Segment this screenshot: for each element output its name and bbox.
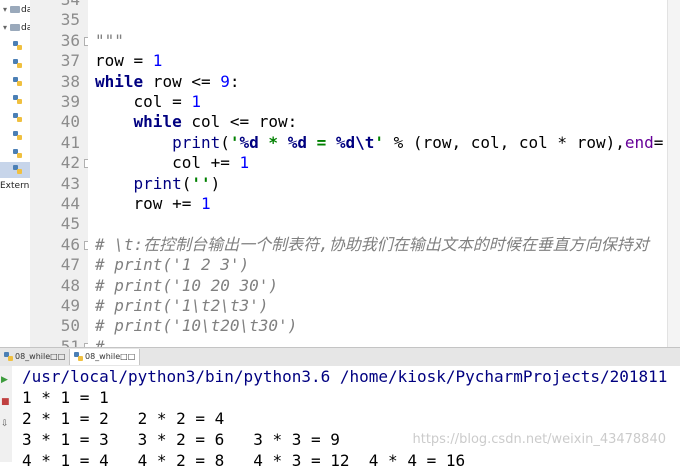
line-number: 42 <box>60 153 80 173</box>
folder-icon <box>10 24 20 31</box>
tree-file-item[interactable] <box>0 38 30 54</box>
tree-item-label: day <box>21 5 30 15</box>
line-number: 34 <box>30 0 80 10</box>
tree-external-libraries[interactable]: Extern <box>0 178 30 194</box>
python-file-icon <box>13 59 22 69</box>
code-line[interactable]: col += 1 <box>95 153 249 173</box>
code-line[interactable]: # \t:在控制台输出一个制表符,协助我们在输出文本的时候在垂直方向保持对 <box>95 235 649 255</box>
line-number: 36 <box>60 30 80 50</box>
line-number: 43 <box>60 173 80 193</box>
code-line[interactable]: while col <= row: <box>95 112 298 132</box>
code-line[interactable]: row += 1 <box>95 194 211 214</box>
console-output-line: 2 * 1 = 2 2 * 2 = 4 <box>22 409 225 428</box>
python-file-icon <box>74 352 83 361</box>
line-number: 45 <box>60 214 80 234</box>
line-number: 37 <box>60 51 80 71</box>
console-output-line: 3 * 1 = 3 3 * 2 = 6 3 * 3 = 9 <box>22 430 340 449</box>
code-line[interactable]: # print('10 20 30') <box>95 276 278 296</box>
code-line[interactable]: print('') <box>95 174 221 194</box>
code-line[interactable]: row = 1 <box>95 51 162 71</box>
run-tab[interactable]: 08_while□□ <box>0 349 71 365</box>
tree-item-label: Extern <box>0 181 30 191</box>
code-line[interactable]: # print('1 2 3') <box>95 255 249 275</box>
python-file-icon <box>4 352 13 361</box>
code-line[interactable]: """ <box>95 31 124 51</box>
run-tab[interactable]: 08_while□□ <box>70 349 141 365</box>
tree-file-item[interactable] <box>0 74 30 90</box>
python-file-icon <box>13 113 22 123</box>
line-number: 50 <box>60 316 80 336</box>
editor-scroll-stripe[interactable] <box>667 0 680 347</box>
tree-file-item[interactable] <box>0 110 30 126</box>
python-file-icon <box>13 149 22 159</box>
tab-label: 08_while□□ <box>85 352 136 361</box>
code-editor[interactable]: """ row = 1 while row <= 9: col = 1 while … <box>88 0 680 347</box>
python-file-icon <box>13 165 22 175</box>
code-line[interactable]: while row <= 9: <box>95 72 240 92</box>
python-file-icon <box>13 41 22 51</box>
code-line[interactable]: # <box>95 337 105 347</box>
line-number: 35 <box>60 10 80 30</box>
line-number: 48 <box>60 275 80 295</box>
scroll-to-end-icon[interactable]: ⇩ <box>1 420 10 429</box>
console-command-line: /usr/local/python3/bin/python3.6 /home/k… <box>22 367 668 386</box>
code-line[interactable]: # print('1\t2\t3') <box>95 296 268 316</box>
watermark: https://blog.csdn.net/weixin_43478840 <box>412 432 666 447</box>
tree-file-item[interactable] <box>0 162 30 178</box>
line-number: 38 <box>60 71 80 91</box>
line-number: 46 <box>60 234 80 254</box>
line-number: 44 <box>60 194 80 213</box>
console-toolbar: ▶ ■ ⇩ <box>0 366 12 462</box>
console-output-line: 4 * 1 = 4 4 * 2 = 8 4 * 3 = 12 4 * 4 = 1… <box>22 451 466 470</box>
python-file-icon <box>13 95 22 105</box>
folder-icon <box>10 6 20 13</box>
run-console[interactable]: ▶ ■ ⇩ /usr/local/python3/bin/python3.6 /ho… <box>0 366 680 470</box>
line-number: 49 <box>60 296 80 315</box>
code-line[interactable]: print('%d * %d = %d\t' % (row, col, col … <box>95 133 663 153</box>
console-output-line: 1 * 1 = 1 <box>22 388 109 407</box>
line-number: 41 <box>60 132 80 152</box>
tree-folder-item[interactable]: ▾ day <box>0 20 30 36</box>
tree-file-item[interactable] <box>0 146 30 162</box>
editor-gutter: 343536373839404142434445464748495051 <box>30 0 93 356</box>
tree-file-item[interactable] <box>0 92 30 108</box>
tree-file-item[interactable] <box>0 56 30 72</box>
tree-item-label: day <box>21 23 30 33</box>
line-number: 39 <box>60 92 80 111</box>
project-tree: ▾ day ▾ day Extern <box>0 0 31 196</box>
line-number: 47 <box>60 255 80 275</box>
rerun-icon[interactable]: ▶ <box>1 376 10 385</box>
python-file-icon <box>13 77 22 87</box>
code-line[interactable]: # print('10\t20\t30') <box>95 316 297 336</box>
tree-folder-item[interactable]: ▾ day <box>0 2 30 18</box>
line-number: 40 <box>60 112 80 132</box>
run-tabs-bar: 08_while□□ 08_while□□ <box>0 347 680 367</box>
expand-arrow-icon[interactable]: ▾ <box>0 2 10 18</box>
python-file-icon <box>13 131 22 141</box>
tree-file-item[interactable] <box>0 128 30 144</box>
tab-label: 08_while□□ <box>15 352 66 361</box>
stop-icon[interactable]: ■ <box>1 398 10 407</box>
code-line[interactable]: col = 1 <box>95 92 201 112</box>
expand-arrow-icon[interactable]: ▾ <box>0 20 10 36</box>
